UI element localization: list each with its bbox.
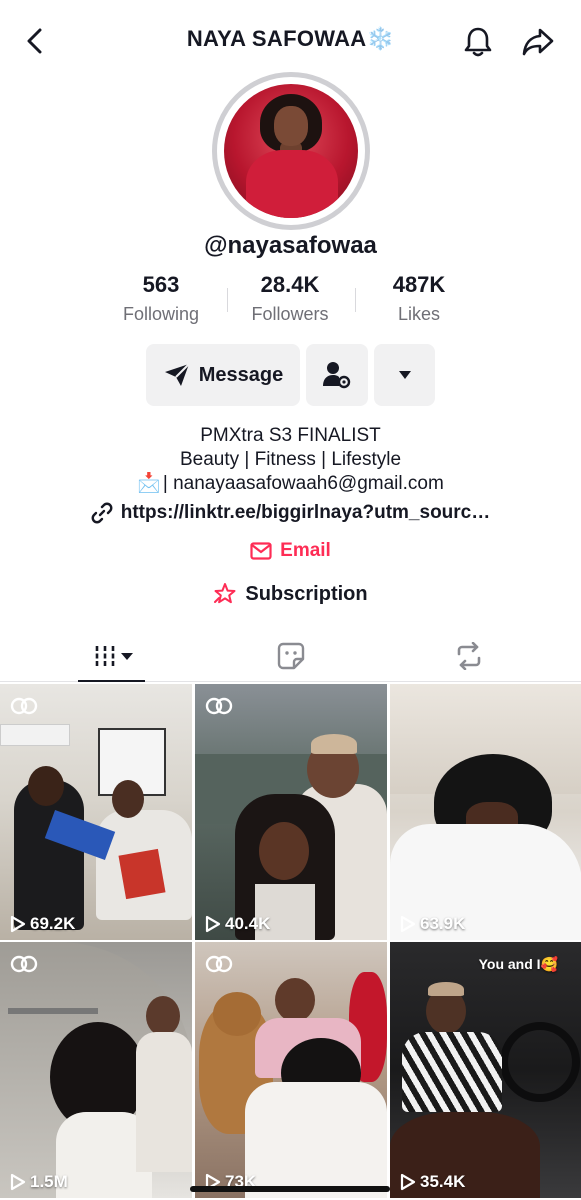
bio-email-text: | nanayaasafowaah6@gmail.com (162, 473, 444, 494)
tab-favorites[interactable] (194, 630, 387, 682)
collab-icon (10, 955, 38, 973)
thumb-patterned-shirt (402, 1032, 502, 1112)
bio-line-3: 📩 | nanayaasafowaah6@gmail.com (0, 472, 581, 496)
video-views: 1.5M (10, 1172, 68, 1192)
thumb-head-2 (275, 978, 315, 1022)
avatar-dress (246, 150, 338, 218)
play-icon (10, 915, 26, 933)
more-dropdown-button[interactable] (374, 344, 435, 406)
video-thumbnail[interactable]: You and I🥰 35.4K (390, 942, 581, 1198)
avatar (224, 84, 358, 218)
play-icon (400, 1173, 416, 1191)
thumb-teddy-head (213, 992, 261, 1036)
stat-followers[interactable]: 28.4K Followers (225, 272, 355, 325)
stat-label: Following (122, 304, 200, 324)
send-icon (164, 363, 190, 386)
video-views: 63.9K (400, 914, 465, 934)
share-button[interactable] (518, 22, 558, 62)
thumb-steering-wheel (500, 1022, 580, 1102)
thumb-white-outfit (245, 1082, 387, 1198)
video-thumbnail[interactable]: 40.4K (195, 684, 387, 940)
thumb-hair (428, 982, 464, 996)
stat-label: Likes (397, 304, 441, 324)
stat-label: Followers (251, 304, 329, 324)
grid-icon (95, 646, 133, 666)
subscription-button[interactable]: Subscription (0, 582, 581, 606)
stat-value: 487K (392, 272, 446, 297)
thumb-head-1 (28, 766, 64, 806)
profile-header: NAYA SAFOWAA❄️ (0, 0, 581, 80)
thumb-cereal (118, 848, 166, 900)
video-caption: You and I🥰 (478, 956, 558, 972)
envelope-emoji-icon: 📩 (137, 473, 161, 494)
link-icon (91, 502, 113, 524)
active-tab-indicator (78, 680, 145, 682)
profile-stats: 563 Following 28.4K Followers 487K Likes (0, 272, 581, 328)
views-count: 63.9K (420, 914, 466, 933)
add-friend-button[interactable] (306, 344, 368, 406)
profile-link-text: https://linktr.ee/biggirlnaya?utm_sourc… (120, 502, 491, 523)
user-settings-icon (323, 362, 351, 389)
video-views: 35.4K (400, 1172, 465, 1192)
views-count: 69.2K (30, 914, 76, 933)
play-icon (205, 915, 221, 933)
stat-likes[interactable]: 487K Likes (354, 272, 484, 325)
tab-reposts[interactable] (372, 630, 565, 682)
video-thumbnail[interactable]: 1.5M (0, 942, 192, 1198)
video-grid: 69.2K 40.4K 63.9K 1.5M 73K You and I🥰 35… (0, 684, 581, 1200)
message-button[interactable]: Message (146, 344, 300, 406)
bell-icon (464, 27, 492, 57)
avatar-face (274, 106, 308, 146)
message-button-label: Message (198, 363, 284, 386)
thumb-person-2 (136, 1032, 192, 1172)
views-count: 1.5M (30, 1172, 68, 1191)
play-icon (400, 915, 416, 933)
stat-value: 563 (142, 272, 180, 297)
video-views: 69.2K (10, 914, 75, 934)
bio: PMXtra S3 FINALIST Beauty | Fitness | Li… (0, 424, 581, 496)
mail-icon (250, 542, 272, 560)
video-thumbnail[interactable]: 63.9K (390, 684, 581, 940)
thumb-ac-unit (0, 724, 70, 746)
repost-icon (457, 642, 480, 670)
video-thumbnail[interactable]: 69.2K (0, 684, 192, 940)
avatar-ring[interactable] (212, 72, 370, 230)
sticker-icon (277, 642, 304, 670)
thumb-face-1 (259, 822, 309, 880)
video-thumbnail[interactable]: 73K (195, 942, 387, 1198)
bio-line-2: Beauty | Fitness | Lifestyle (179, 449, 402, 470)
share-arrow-icon (522, 28, 554, 56)
subscription-star-icon (214, 583, 236, 604)
collab-icon (10, 697, 38, 715)
stat-following[interactable]: 563 Following (96, 272, 226, 325)
tab-videos[interactable] (18, 630, 211, 682)
email-button[interactable]: Email (0, 540, 581, 562)
views-count: 35.4K (420, 1172, 466, 1191)
video-views: 40.4K (205, 914, 270, 934)
stat-value: 28.4K (260, 272, 320, 297)
views-count: 40.4K (225, 914, 271, 933)
thumb-hair-2 (311, 734, 357, 754)
bio-line-1: PMXtra S3 FINALIST (200, 425, 381, 446)
username: @nayasafowaa (204, 232, 377, 259)
action-buttons: Message (0, 344, 581, 406)
thumb-rail (8, 1008, 98, 1014)
profile-link[interactable]: https://linktr.ee/biggirlnaya?utm_sourc… (0, 502, 581, 524)
caret-down-icon (398, 371, 411, 379)
notifications-button[interactable] (458, 22, 498, 62)
email-button-label: Email (280, 540, 331, 561)
content-tabs (0, 630, 581, 682)
collab-icon (205, 697, 233, 715)
thumb-head-2 (146, 996, 180, 1036)
home-indicator[interactable] (190, 1186, 390, 1192)
collab-icon (205, 955, 233, 973)
thumb-head-2 (112, 780, 144, 818)
subscription-button-label: Subscription (245, 582, 368, 605)
play-icon (10, 1173, 26, 1191)
